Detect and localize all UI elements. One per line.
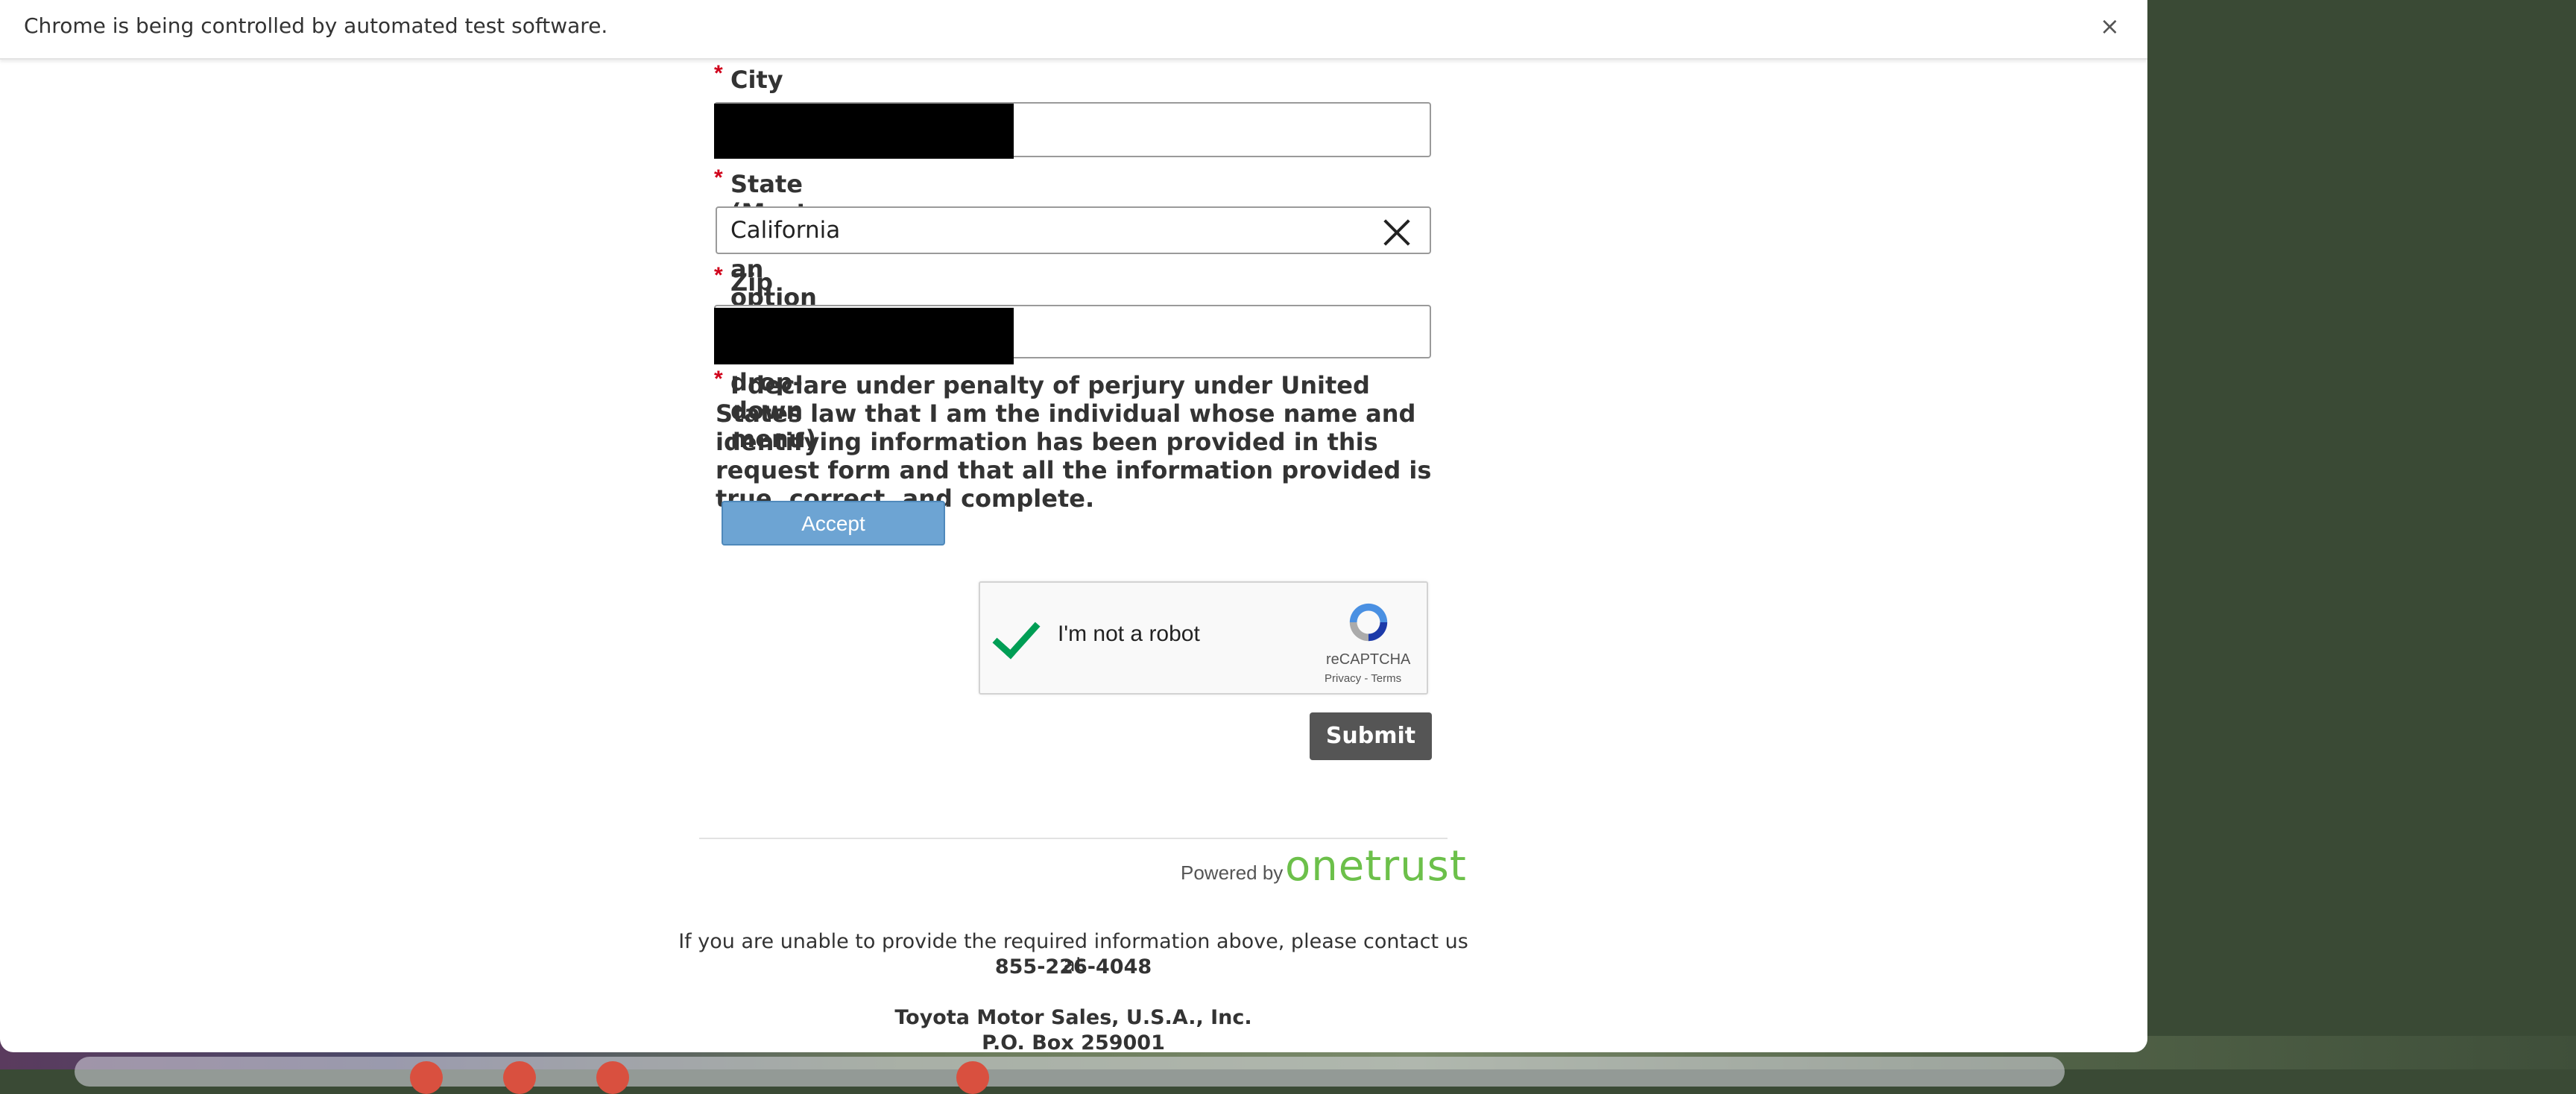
- powered-by-text: Powered by: [1181, 861, 1284, 884]
- zip-input[interactable]: [714, 305, 1431, 364]
- required-marker: *: [714, 263, 723, 288]
- state-selected-value: California: [730, 217, 841, 244]
- recaptcha-logo-icon: [1349, 603, 1388, 642]
- declaration-text: I declare under penalty of perjury under…: [716, 371, 1432, 513]
- dock-app-icon[interactable]: [596, 1061, 629, 1094]
- submit-button[interactable]: Submit: [1310, 712, 1432, 760]
- state-select[interactable]: California: [716, 206, 1431, 254]
- contact-phone: 855-226-4048: [994, 955, 1152, 978]
- taskbar-dock: [75, 1057, 2065, 1087]
- dock-app-icon[interactable]: [503, 1061, 536, 1094]
- perjury-declaration: I declare under penalty of perjury under…: [716, 371, 1439, 513]
- automation-infobar: Chrome is being controlled by automated …: [0, 0, 2147, 60]
- close-icon[interactable]: ×: [2100, 12, 2120, 40]
- recaptcha-brand: reCAPTCHA: [1326, 651, 1411, 668]
- accept-button[interactable]: Accept: [722, 501, 945, 546]
- required-marker: *: [714, 165, 723, 190]
- redacted-value: [714, 308, 1014, 364]
- recaptcha-label: I'm not a robot: [1058, 622, 1200, 646]
- dock-app-icon[interactable]: [956, 1061, 989, 1094]
- recaptcha-widget[interactable]: I'm not a robot reCAPTCHA Privacy - Term…: [979, 581, 1428, 695]
- browser-window: Chrome is being controlled by automated …: [0, 0, 2147, 1052]
- city-input[interactable]: [714, 102, 1431, 159]
- footer-divider: [699, 838, 1448, 839]
- required-marker: *: [714, 61, 723, 86]
- redacted-value: [714, 104, 1014, 159]
- onetrust-logo: onetrust: [1285, 842, 1467, 891]
- company-po-box: P.O. Box 259001: [982, 1031, 1165, 1052]
- clear-selection-icon[interactable]: [1382, 217, 1412, 247]
- zip-label: Zip: [730, 268, 774, 297]
- checkmark-icon[interactable]: [992, 610, 1041, 660]
- city-label: City: [730, 66, 783, 94]
- dock-app-icon[interactable]: [410, 1061, 443, 1094]
- infobar-message: Chrome is being controlled by automated …: [24, 13, 608, 38]
- company-name: Toyota Motor Sales, U.S.A., Inc.: [894, 1006, 1252, 1029]
- recaptcha-privacy-terms[interactable]: Privacy - Terms: [1325, 672, 1401, 685]
